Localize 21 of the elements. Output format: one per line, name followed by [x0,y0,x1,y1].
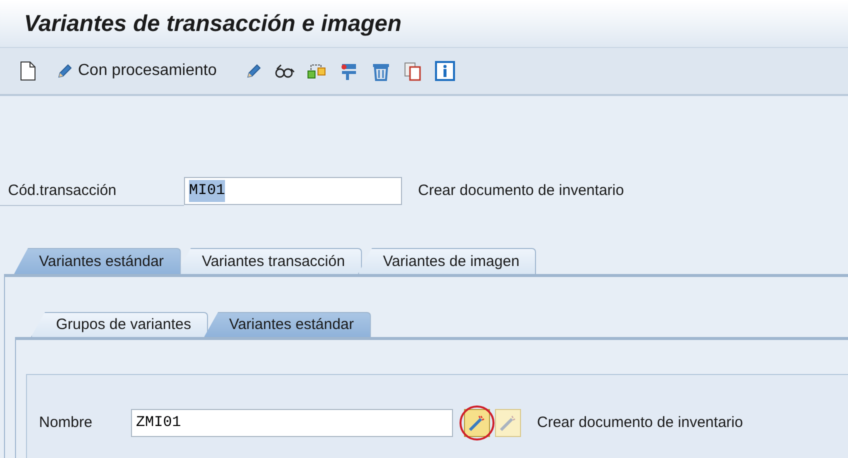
transaction-field[interactable]: MI01 [184,177,402,205]
tab[interactable]: Variantes estándar [204,312,371,337]
new-document-icon[interactable] [20,61,36,81]
glasses-icon[interactable] [274,63,295,79]
process-button[interactable]: Con procesamiento [56,59,217,83]
pencil-icon [244,62,263,80]
name-field[interactable]: ZMI01 [131,409,453,437]
info-icon[interactable] [434,61,455,81]
tab[interactable]: Grupos de variantes [31,312,208,337]
copy-icon[interactable] [402,61,423,81]
transaction-description: Crear documento de inventario [418,180,624,201]
window-title: Variantes de transacción e imagen [24,9,402,38]
pencil-icon [56,62,74,80]
create-button[interactable] [464,409,490,437]
magic-wand-icon [468,414,486,432]
name-label: Nombre [38,413,94,433]
trash-icon[interactable] [370,61,391,81]
tab[interactable]: Variantes de imagen [358,248,536,274]
name-description: Crear documento de inventario [537,413,743,433]
tab[interactable]: Variantes estándar [14,248,181,274]
magic-wand-icon [499,414,517,432]
